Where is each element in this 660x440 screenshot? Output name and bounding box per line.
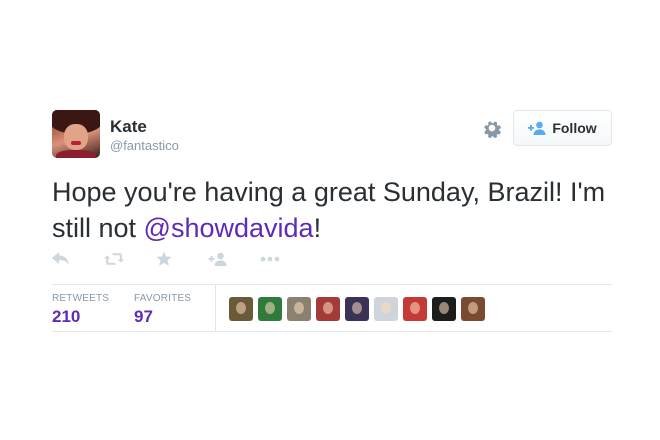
favoriter-avatar[interactable]	[229, 297, 253, 321]
tweet-text-body: Hope you're having a great Sunday, Brazi…	[52, 177, 606, 243]
gear-icon[interactable]	[482, 118, 502, 139]
add-user-icon	[528, 121, 546, 135]
retweets-count: 210	[52, 307, 81, 326]
favoriter-avatar[interactable]	[345, 297, 369, 321]
favorite-icon[interactable]	[156, 250, 208, 268]
follow-button-label: Follow	[552, 120, 597, 136]
favoriter-avatar[interactable]	[258, 297, 282, 321]
favorites-stat[interactable]: FAVORITES 97	[134, 293, 191, 328]
favoriter-avatar[interactable]	[374, 297, 398, 321]
more-icon[interactable]	[260, 250, 312, 268]
user-handle[interactable]: @fantastico	[110, 137, 179, 155]
tweet-card: Kate @fantastico Follow Hope you're havi…	[52, 110, 612, 332]
favoriter-avatar[interactable]	[316, 297, 340, 321]
retweets-label: RETWEETS	[52, 293, 110, 304]
retweet-icon[interactable]	[104, 250, 156, 268]
reply-icon[interactable]	[52, 250, 104, 268]
favoriter-avatar[interactable]	[287, 297, 311, 321]
follow-icon[interactable]	[208, 250, 260, 268]
stats-divider	[215, 285, 216, 331]
favorites-label: FAVORITES	[134, 293, 192, 304]
mention-link[interactable]: @showdavida	[144, 213, 314, 243]
retweets-stat[interactable]: RETWEETS 210	[52, 293, 109, 328]
favoriter-avatar[interactable]	[432, 297, 456, 321]
follow-button[interactable]: Follow	[513, 110, 612, 146]
user-full-name[interactable]: Kate	[110, 117, 179, 137]
favoriter-avatar[interactable]	[461, 297, 485, 321]
favoriter-avatar[interactable]	[403, 297, 427, 321]
tweet-text: Hope you're having a great Sunday, Brazi…	[52, 174, 612, 246]
avatar[interactable]	[52, 110, 100, 158]
tweet-header: Kate @fantastico Follow	[52, 110, 612, 160]
favoriter-avatars	[229, 297, 485, 321]
tweet-actions	[52, 250, 312, 270]
user-names: Kate @fantastico	[110, 117, 179, 155]
favorites-count: 97	[134, 307, 153, 326]
tweet-text-end: !	[313, 213, 322, 243]
tweet-stats: RETWEETS 210 FAVORITES 97	[52, 284, 612, 332]
